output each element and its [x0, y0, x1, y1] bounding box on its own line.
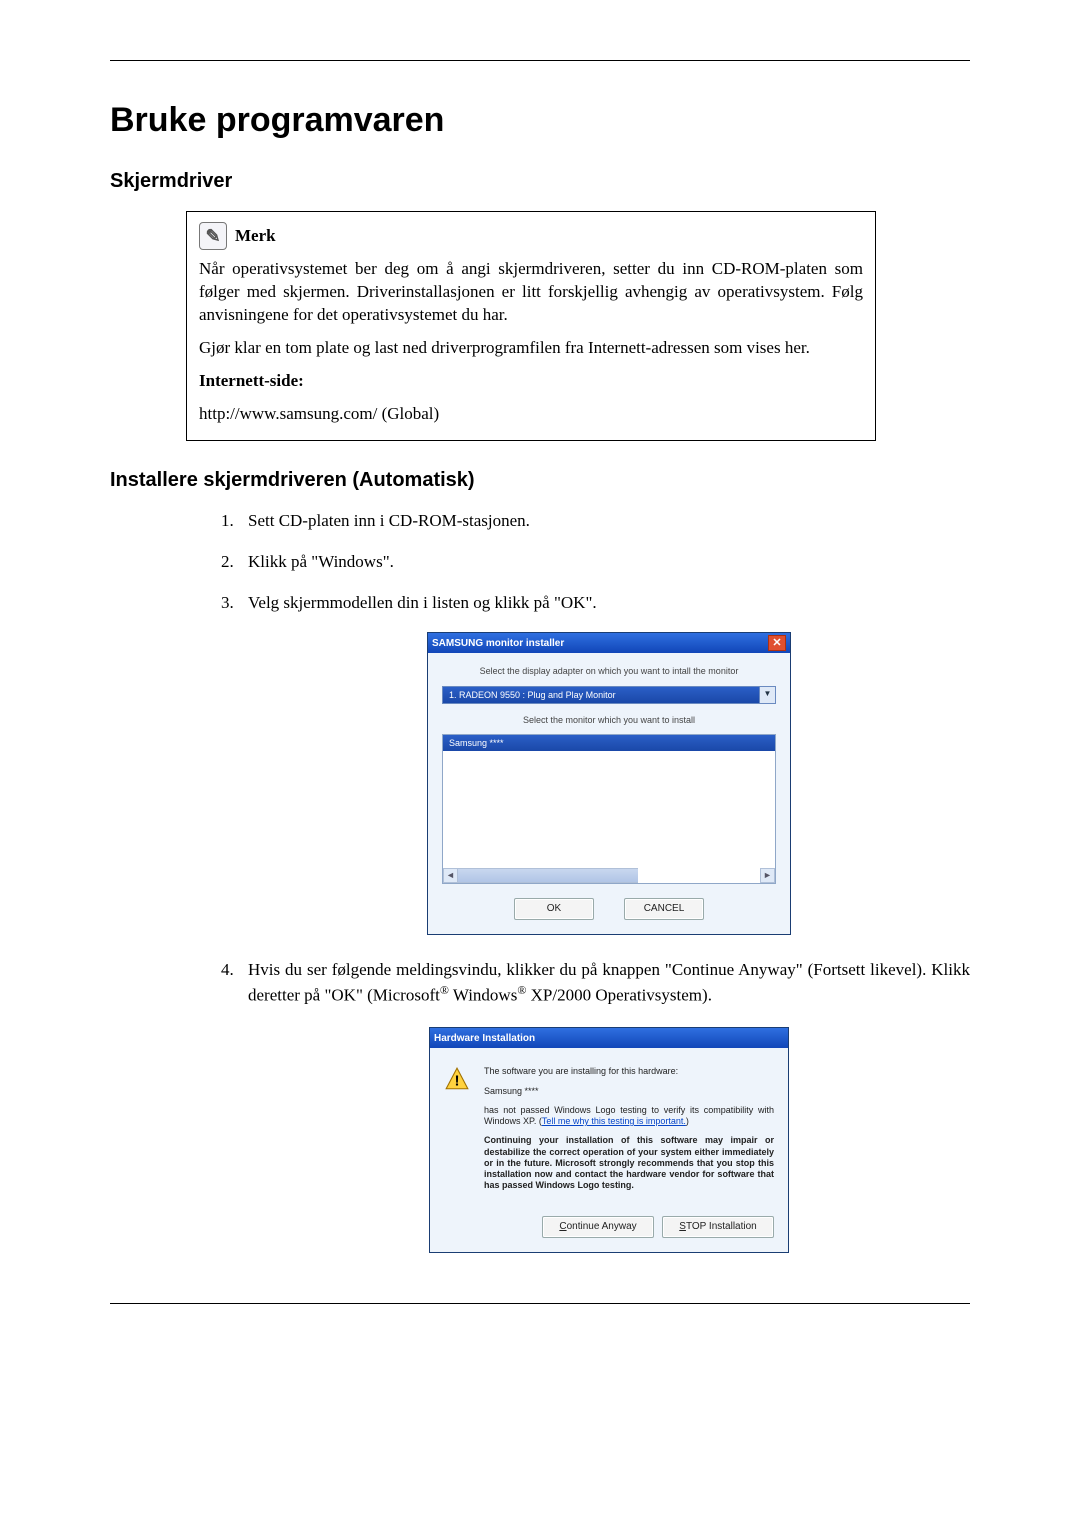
reg-mark-1: ® — [440, 983, 449, 997]
scroll-left-icon[interactable]: ◄ — [443, 868, 458, 883]
step-4: Hvis du ser følgende meldingsvindu, klik… — [238, 959, 970, 1253]
continue-anyway-button[interactable]: Continue Anyway — [542, 1216, 654, 1238]
stop-installation-button[interactable]: STOP Installation — [662, 1216, 774, 1238]
installer-body: Select the display adapter on which you … — [428, 653, 790, 933]
warning-button-row: Continue Anyway STOP Installation — [430, 1208, 788, 1252]
step-4-text-c: XP/2000 Operativsystem). — [526, 985, 712, 1004]
warning-text-block: The software you are installing for this… — [484, 1066, 774, 1199]
adapter-dropdown-text: 1. RADEON 9550 : Plug and Play Monitor — [443, 687, 759, 703]
section-skjermdriver: Skjermdriver — [110, 170, 970, 193]
top-divider — [110, 60, 970, 61]
installer-button-row: OK CANCEL — [442, 898, 776, 920]
scroll-right-icon[interactable]: ► — [760, 868, 775, 883]
step-1: Sett CD-platen inn i CD-ROM-stasjonen. — [238, 510, 970, 533]
internet-side-label: Internett-side: — [199, 371, 304, 390]
continue-anyway-label: Continue Anyway — [559, 1220, 636, 1234]
page-title: Bruke programvaren — [110, 101, 970, 140]
step-4-text-b: Windows — [449, 985, 517, 1004]
note-header: ✎ Merk — [199, 222, 863, 250]
note-paragraph-1: Når operativsystemet ber deg om å angi s… — [199, 258, 863, 327]
note-icon: ✎ — [199, 222, 227, 250]
close-icon[interactable]: ✕ — [768, 635, 786, 651]
warning-body: ! The software you are installing for th… — [430, 1048, 788, 1207]
step-3: Velg skjermmodellen din i listen og klik… — [238, 592, 970, 935]
hardware-installation-dialog: Hardware Installation ! The software you… — [429, 1027, 789, 1252]
step-2: Klikk på "Windows". — [238, 551, 970, 574]
installer-title-text: SAMSUNG monitor installer — [432, 637, 768, 651]
note-box: ✎ Merk Når operativsystemet ber deg om å… — [186, 211, 876, 441]
warning-link[interactable]: Tell me why this testing is important. — [542, 1116, 686, 1126]
warning-triangle-icon: ! — [444, 1066, 470, 1092]
warning-p1: The software you are installing for this… — [484, 1066, 774, 1077]
steps-list: Sett CD-platen inn i CD-ROM-stasjonen. K… — [210, 510, 970, 1253]
monitor-list-item[interactable]: Samsung **** — [443, 735, 775, 751]
bottom-divider — [110, 1303, 970, 1304]
warning-title-text: Hardware Installation — [434, 1032, 784, 1046]
stop-installation-label: STOP Installation — [679, 1220, 756, 1234]
installer-window: SAMSUNG monitor installer ✕ Select the d… — [427, 632, 791, 934]
warning-titlebar: Hardware Installation — [430, 1028, 788, 1048]
warning-p3b: ) — [686, 1116, 689, 1126]
horizontal-scrollbar[interactable] — [458, 868, 638, 883]
installer-label-adapter: Select the display adapter on which you … — [442, 665, 776, 677]
warning-p2: Samsung **** — [484, 1086, 774, 1097]
note-paragraph-2: Gjør klar en tom plate og last ned drive… — [199, 337, 863, 360]
step-3-text: Velg skjermmodellen din i listen og klik… — [248, 593, 597, 612]
svg-text:!: ! — [454, 1073, 459, 1090]
adapter-dropdown[interactable]: 1. RADEON 9550 : Plug and Play Monitor ▼ — [442, 686, 776, 704]
chevron-down-icon[interactable]: ▼ — [759, 687, 775, 703]
monitor-listbox[interactable]: Samsung **** ◄ ► — [442, 734, 776, 884]
ok-button[interactable]: OK — [514, 898, 594, 920]
warning-p4: Continuing your installation of this sof… — [484, 1135, 774, 1191]
installer-label-monitor: Select the monitor which you want to ins… — [442, 714, 776, 726]
section-install-auto: Installere skjermdriveren (Automatisk) — [110, 469, 970, 492]
internet-url: http://www.samsung.com/ (Global) — [199, 403, 863, 426]
installer-titlebar: SAMSUNG monitor installer ✕ — [428, 633, 790, 653]
cancel-button[interactable]: CANCEL — [624, 898, 704, 920]
note-heading: Merk — [235, 225, 276, 248]
